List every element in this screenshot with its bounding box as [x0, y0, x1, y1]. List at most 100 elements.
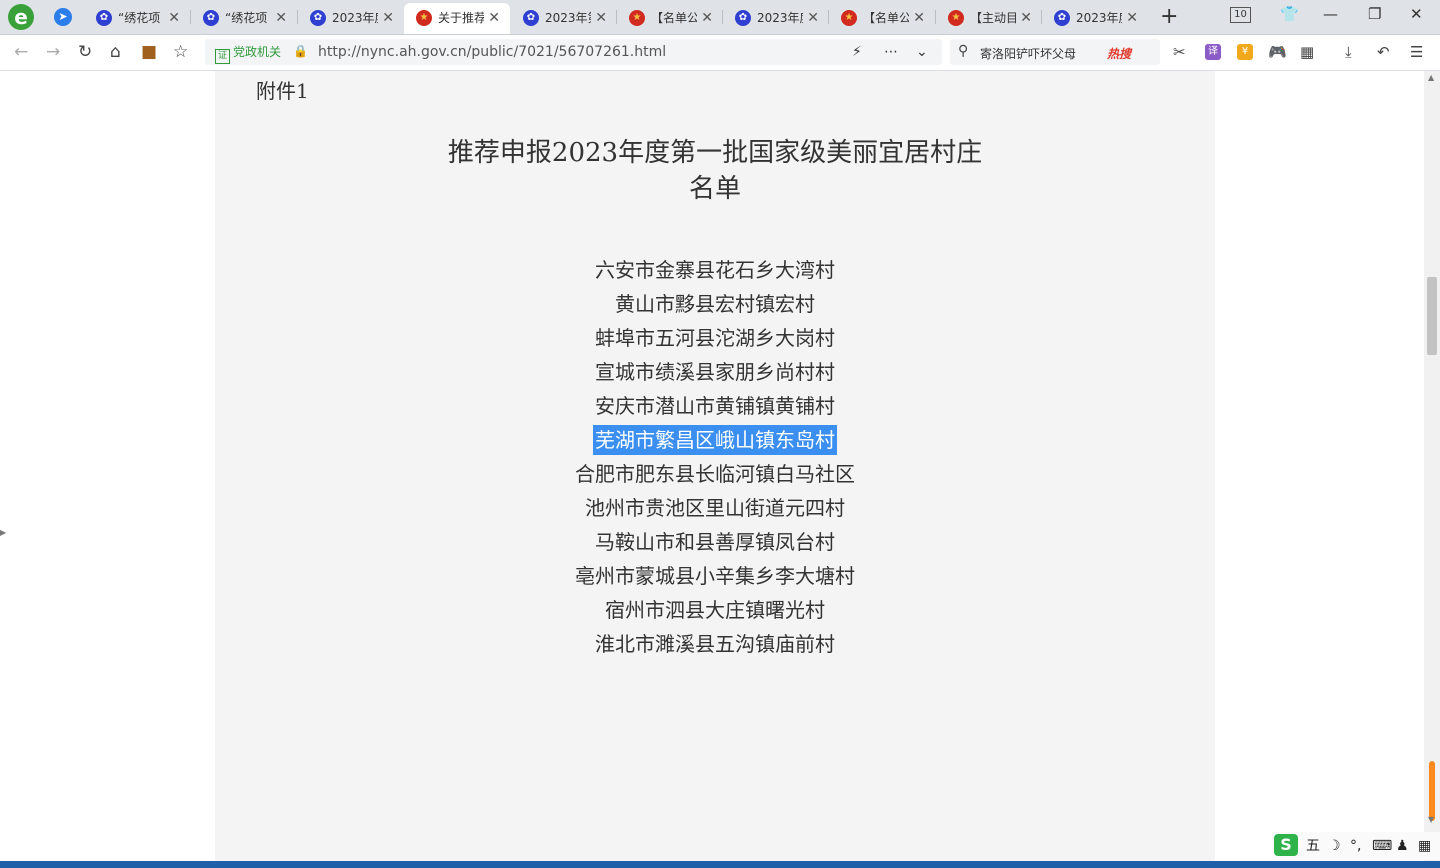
hot-search-label[interactable]: 热搜: [1107, 45, 1131, 62]
title-line-1: 推荐申报2023年度第一批国家级美丽宜居村庄: [447, 138, 983, 168]
tab-separator: [1041, 10, 1042, 24]
village-item: 蚌埠市五河县沱湖乡大岗村: [215, 321, 1215, 355]
browser-logo-icon[interactable]: e: [8, 4, 34, 30]
game-icon[interactable]: 🎮: [1268, 42, 1287, 62]
village-item: 池州市贵池区里山街道元四村: [215, 491, 1215, 525]
punctuation-icon[interactable]: °,: [1350, 837, 1361, 855]
url-text[interactable]: http://nync.ah.gov.cn/public/7021/567072…: [318, 43, 666, 61]
village-item: 黄山市黟县宏村镇宏村: [215, 287, 1215, 321]
lightning-icon[interactable]: ⚡: [852, 43, 862, 61]
cert-badge[interactable]: 证党政机关: [215, 44, 281, 64]
tab-count-badge[interactable]: 10: [1230, 7, 1251, 23]
chevron-down-icon[interactable]: ⌄: [916, 43, 928, 61]
download-icon[interactable]: ⤓: [1345, 42, 1352, 62]
scroll-down-icon[interactable]: ▼: [1428, 815, 1434, 824]
village-name: 宿州市泗县大庄镇曙光村: [605, 598, 825, 622]
undo-icon[interactable]: ↶: [1377, 42, 1390, 62]
tab-close-icon[interactable]: ✕: [168, 3, 180, 33]
baidu-icon: ✿: [735, 10, 751, 26]
translate-icon[interactable]: 译: [1205, 44, 1221, 60]
tab-close-icon[interactable]: ✕: [275, 3, 287, 33]
tab-label: 2023年第: [545, 11, 591, 25]
village-list: 六安市金寨县花石乡大湾村 黄山市黟县宏村镇宏村 蚌埠市五河县沱湖乡大岗村宣城市绩溪县…: [215, 253, 1215, 661]
page-title: 推荐申报2023年度第一批国家级美丽宜居村庄 名单: [215, 135, 1215, 207]
tab-7[interactable]: ✿ 2023年度 ✕: [723, 3, 829, 34]
more-icon[interactable]: ⋯: [884, 43, 898, 61]
tab-1[interactable]: ✿ “绣花项 ✕: [84, 3, 190, 34]
gov-emblem-icon: ★: [629, 10, 645, 26]
village-item: 宣城市绩溪县家朋乡尚村村: [215, 355, 1215, 389]
reload-button[interactable]: ↻: [78, 41, 92, 63]
close-window-button[interactable]: ✕: [1410, 4, 1423, 24]
scroll-highlight-marker: [1429, 761, 1435, 821]
document-body: 附件1 推荐申报2023年度第一批国家级美丽宜居村庄 名单 六安市金寨县花石乡大…: [215, 71, 1215, 861]
tab-separator: [616, 10, 617, 24]
baidu-icon: ✿: [523, 10, 539, 26]
village-name: 黄山市黟县宏村镇宏村: [615, 292, 815, 316]
tab-close-icon[interactable]: ✕: [1126, 3, 1138, 33]
tab-6[interactable]: ★ 【名单公 ✕: [617, 3, 723, 34]
scissors-icon[interactable]: ✂: [1173, 42, 1186, 62]
tab-separator: [297, 10, 298, 24]
favorites-star-icon[interactable]: ☆: [173, 41, 188, 63]
tab-8[interactable]: ★ 【名单公 ✕: [829, 3, 935, 34]
tab-close-icon[interactable]: ✕: [382, 3, 394, 33]
search-box[interactable]: ⚲ 寄洛阳铲吓坏父母 热搜: [950, 39, 1160, 65]
back-button[interactable]: ←: [14, 41, 28, 63]
village-name: 芜湖市繁昌区峨山镇东岛村: [593, 425, 837, 455]
ime-logo-icon[interactable]: S: [1274, 834, 1298, 856]
tab-label: “绣花项: [225, 11, 268, 25]
security-warning-icon[interactable]: 🔒: [293, 44, 308, 58]
baidu-icon: ✿: [1054, 10, 1070, 26]
grid-icon[interactable]: ▦: [1418, 837, 1431, 855]
tab-close-icon[interactable]: ✕: [595, 3, 607, 33]
tab-4[interactable]: ★ 关于推荐 ✕: [404, 3, 510, 34]
sidebar-expand-icon[interactable]: ▶: [0, 528, 6, 537]
gov-emblem-icon: ★: [841, 10, 857, 26]
moon-icon[interactable]: ☽: [1328, 837, 1341, 855]
tab-close-icon[interactable]: ✕: [701, 3, 713, 33]
coin-icon[interactable]: ¥: [1237, 44, 1253, 60]
new-tab-button[interactable]: +: [1160, 3, 1180, 31]
vertical-scrollbar[interactable]: ▲ ▼: [1424, 71, 1440, 861]
skin-icon[interactable]: 👕: [1280, 4, 1299, 24]
tab-separator: [935, 10, 936, 24]
village-name: 池州市贵池区里山街道元四村: [585, 496, 845, 520]
scroll-up-icon[interactable]: ▲: [1428, 73, 1434, 82]
ime-mode[interactable]: 五: [1306, 837, 1320, 855]
village-item: 芜湖市繁昌区峨山镇东岛村: [215, 423, 1215, 457]
scroll-thumb[interactable]: [1427, 277, 1437, 355]
user-icon[interactable]: ♟: [1396, 837, 1409, 855]
tab-2[interactable]: ✿ “绣花项 ✕: [191, 3, 297, 34]
title-line-2: 名单: [688, 174, 741, 204]
restore-button[interactable]: ❐: [1368, 4, 1381, 24]
tab-10[interactable]: ✿ 2023年度 ✕: [1042, 3, 1148, 34]
village-name: 六安市金寨县花石乡大湾村: [595, 258, 835, 282]
briefcase-icon[interactable]: ■: [141, 41, 157, 63]
tab-close-icon[interactable]: ✕: [488, 3, 500, 33]
gov-emblem-icon: ★: [416, 10, 432, 26]
forward-button[interactable]: →: [46, 41, 60, 63]
baidu-icon: ✿: [203, 10, 219, 26]
minimize-button[interactable]: —: [1323, 4, 1338, 24]
keyboard-icon[interactable]: ⌨: [1372, 837, 1392, 855]
tab-label: 关于推荐: [438, 11, 484, 25]
tab-label: 【名单公: [651, 11, 697, 25]
tab-label: 【主动目: [970, 11, 1016, 25]
tab-3[interactable]: ✿ 2023年度 ✕: [298, 3, 404, 34]
village-name: 蚌埠市五河县沱湖乡大岗村: [595, 326, 835, 350]
home-button[interactable]: ⌂: [110, 41, 121, 63]
tab-5[interactable]: ✿ 2023年第 ✕: [511, 3, 617, 34]
village-name: 安庆市潜山市黄铺镇黄铺村: [595, 394, 835, 418]
address-bar[interactable]: 证党政机关 🔒 http://nync.ah.gov.cn/public/702…: [205, 39, 942, 65]
menu-icon[interactable]: ☰: [1410, 42, 1423, 62]
apps-grid-icon[interactable]: ▦: [1300, 42, 1314, 62]
tab-label: 【名单公: [863, 11, 909, 25]
tab-close-icon[interactable]: ✕: [1020, 3, 1032, 33]
tab-close-icon[interactable]: ✕: [807, 3, 819, 33]
send-icon[interactable]: ➤: [54, 8, 72, 26]
search-suggestion[interactable]: 寄洛阳铲吓坏父母: [980, 45, 1076, 62]
tab-close-icon[interactable]: ✕: [913, 3, 925, 33]
tab-9[interactable]: ★ 【主动目 ✕: [936, 3, 1042, 34]
tab-label: 2023年度: [1076, 11, 1122, 25]
